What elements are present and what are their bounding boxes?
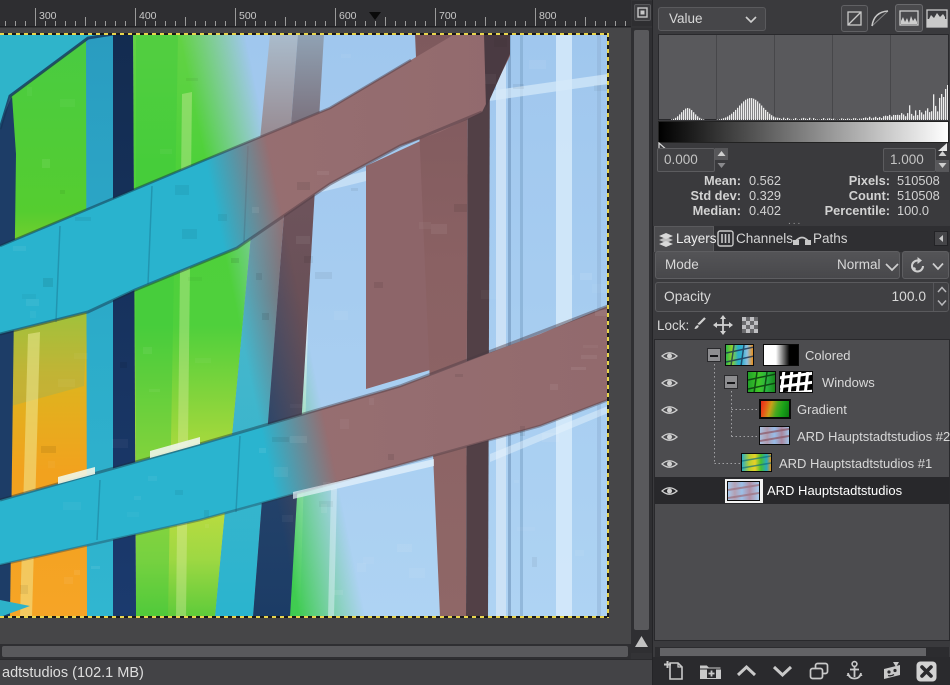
svg-text:700: 700 [439, 10, 457, 22]
svg-text:300: 300 [39, 10, 57, 22]
svg-text:800: 800 [539, 10, 557, 22]
svg-text:500: 500 [239, 10, 257, 22]
svg-text:600: 600 [339, 10, 357, 22]
svg-text:400: 400 [139, 10, 157, 22]
